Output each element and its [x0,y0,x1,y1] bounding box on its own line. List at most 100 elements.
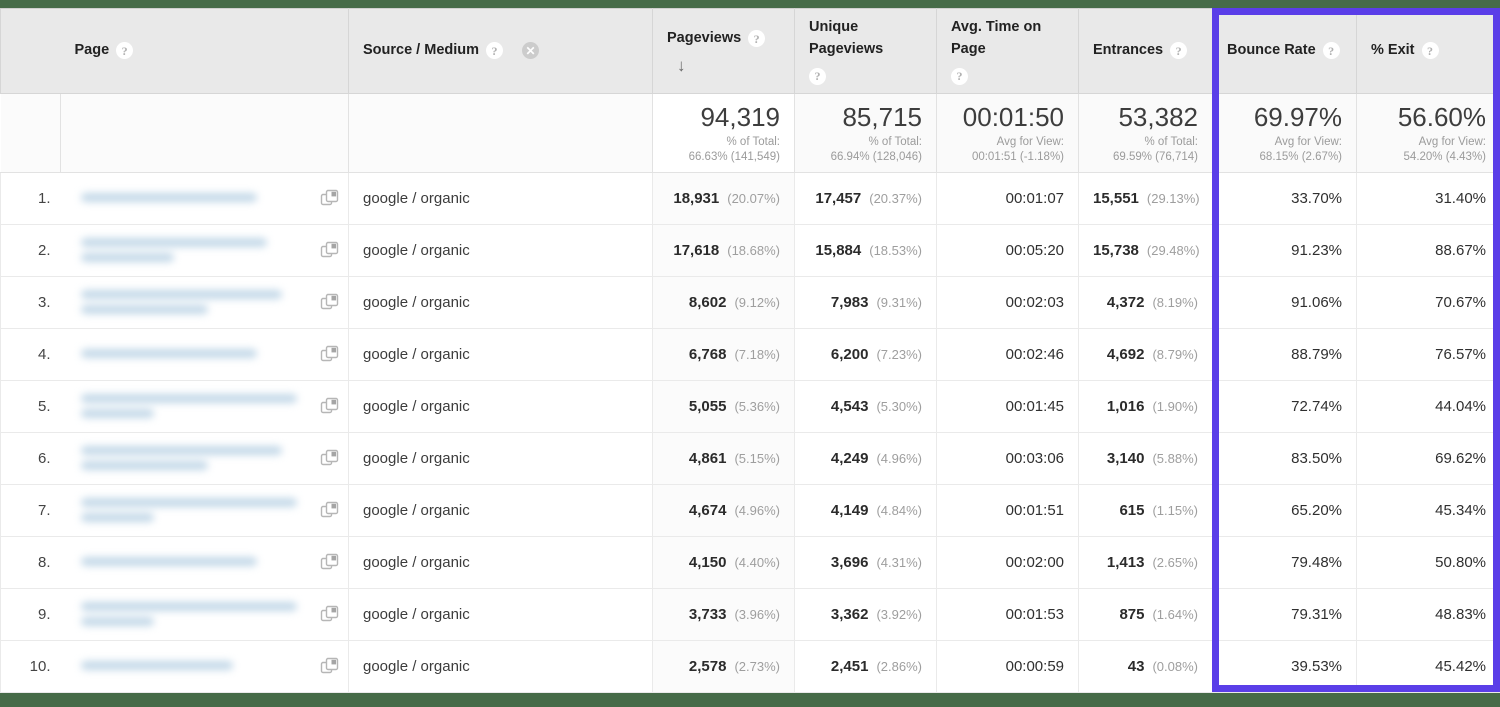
column-header-avg-time-on-page[interactable]: Avg. Time on Page ? [937,9,1079,94]
column-header-page[interactable]: Page ? [61,9,349,94]
help-icon[interactable]: ? [486,42,503,59]
open-in-new-window-icon[interactable] [320,293,340,313]
avg-time-on-page-cell: 00:01:07 [937,173,1079,225]
exit-rate-cell: 44.04% [1357,381,1500,433]
unique-pageviews-value: 3,362 [831,606,869,623]
open-in-new-window-icon[interactable] [320,345,340,365]
avg-time-on-page-cell: 00:00:59 [937,641,1079,693]
summary-unique-pageviews-value: 85,715 [809,103,922,131]
page-cell[interactable] [61,433,349,485]
open-in-new-window-icon[interactable] [320,241,340,261]
avg-time-on-page-cell: 00:02:46 [937,329,1079,381]
page-cell[interactable] [61,589,349,641]
remove-column-icon[interactable]: ✕ [522,42,539,59]
redacted-page-url[interactable] [69,182,315,216]
redacted-bar [81,557,258,566]
help-icon[interactable]: ? [1323,42,1340,59]
summary-bounce-rate: 69.97% Avg for View: 68.15% (2.67%) [1213,93,1357,173]
open-in-new-window-icon[interactable] [320,397,340,417]
unique-pageviews-percent: (4.31%) [876,555,922,570]
column-header-unique-pageviews[interactable]: Unique Pageviews ? [795,9,937,94]
exit-rate-cell: 45.42% [1357,641,1500,693]
entrances-percent: (8.19%) [1152,295,1198,310]
pageviews-value: 6,768 [689,346,727,363]
redacted-bar [81,446,282,455]
redacted-bar [81,661,233,670]
page-cell[interactable] [61,641,349,693]
redacted-page-url[interactable] [69,598,315,632]
avg-time-on-page-value: 00:05:20 [1006,242,1064,259]
page-cell[interactable] [61,225,349,277]
bounce-rate-value: 79.48% [1291,554,1342,571]
redacted-page-url[interactable] [69,234,315,268]
help-icon[interactable]: ? [809,68,826,85]
redacted-page-url[interactable] [69,390,315,424]
pageviews-percent: (5.15%) [734,451,780,466]
open-in-new-window-icon[interactable] [320,501,340,521]
avg-time-on-page-value: 00:02:00 [1006,554,1064,571]
page-cell[interactable] [61,329,349,381]
redacted-bar [81,394,297,403]
pageviews-cell: 3,733(3.96%) [653,589,795,641]
table-row: 6. google / organic 4,861(5.15%) 4,249(4… [1,433,1500,485]
pageviews-cell: 4,861(5.15%) [653,433,795,485]
source-medium-cell: google / organic [349,537,653,589]
avg-time-on-page-cell: 00:01:45 [937,381,1079,433]
source-medium-cell: google / organic [349,433,653,485]
unique-pageviews-percent: (20.37%) [869,191,922,206]
bounce-rate-cell: 88.79% [1213,329,1357,381]
help-icon[interactable]: ? [1170,42,1187,59]
unique-pageviews-percent: (3.92%) [876,607,922,622]
summary-entrances: 53,382 % of Total: 69.59% (76,714) [1079,93,1213,173]
redacted-bar [81,305,209,314]
redacted-page-url[interactable] [69,546,315,580]
page-cell[interactable] [61,173,349,225]
column-header-pageviews[interactable]: Pageviews ? ↓ [653,9,795,94]
summary-row: 94,319 % of Total: 66.63% (141,549) 85,7… [1,93,1500,173]
pageviews-percent: (4.40%) [734,555,780,570]
help-icon[interactable]: ? [951,68,968,85]
unique-pageviews-cell: 6,200(7.23%) [795,329,937,381]
page-cell[interactable] [61,537,349,589]
unique-pageviews-percent: (2.86%) [876,659,922,674]
pageviews-percent: (3.96%) [734,607,780,622]
help-icon[interactable]: ? [748,30,765,47]
open-in-new-window-icon[interactable] [320,657,340,677]
page-cell[interactable] [61,381,349,433]
summary-unique-pageviews: 85,715 % of Total: 66.94% (128,046) [795,93,937,173]
bounce-rate-cell: 65.20% [1213,485,1357,537]
column-header-source-medium[interactable]: Source / Medium ? ✕ [349,9,653,94]
exit-rate-value: 50.80% [1435,554,1486,571]
open-in-new-window-icon[interactable] [320,189,340,209]
bounce-rate-cell: 83.50% [1213,433,1357,485]
page-cell[interactable] [61,485,349,537]
help-icon[interactable]: ? [116,42,133,59]
exit-rate-cell: 88.67% [1357,225,1500,277]
row-index: 3. [1,277,61,329]
column-header-exit-rate[interactable]: % Exit ? [1357,9,1500,94]
sort-descending-arrow-icon[interactable]: ↓ [677,57,686,74]
column-header-exit-rate-label: % Exit [1371,40,1415,62]
pageviews-percent: (7.18%) [734,347,780,362]
page-cell[interactable] [61,277,349,329]
open-in-new-window-icon[interactable] [320,605,340,625]
redacted-bar [81,498,297,507]
redacted-page-url[interactable] [69,338,315,372]
row-index: 2. [1,225,61,277]
entrances-cell: 3,140(5.88%) [1079,433,1213,485]
column-header-bounce-rate-label: Bounce Rate [1227,40,1316,62]
redacted-page-url[interactable] [69,442,315,476]
redacted-page-url[interactable] [69,494,315,528]
pageviews-percent: (9.12%) [734,295,780,310]
pageviews-value: 2,578 [689,658,727,675]
help-icon[interactable]: ? [1422,42,1439,59]
open-in-new-window-icon[interactable] [320,449,340,469]
open-in-new-window-icon[interactable] [320,553,340,573]
entrances-percent: (2.65%) [1152,555,1198,570]
redacted-page-url[interactable] [69,286,315,320]
redacted-page-url[interactable] [69,650,315,684]
column-header-entrances[interactable]: Entrances ? [1079,9,1213,94]
exit-rate-value: 48.83% [1435,606,1486,623]
bounce-rate-value: 88.79% [1291,346,1342,363]
column-header-bounce-rate[interactable]: Bounce Rate ? [1213,9,1357,94]
